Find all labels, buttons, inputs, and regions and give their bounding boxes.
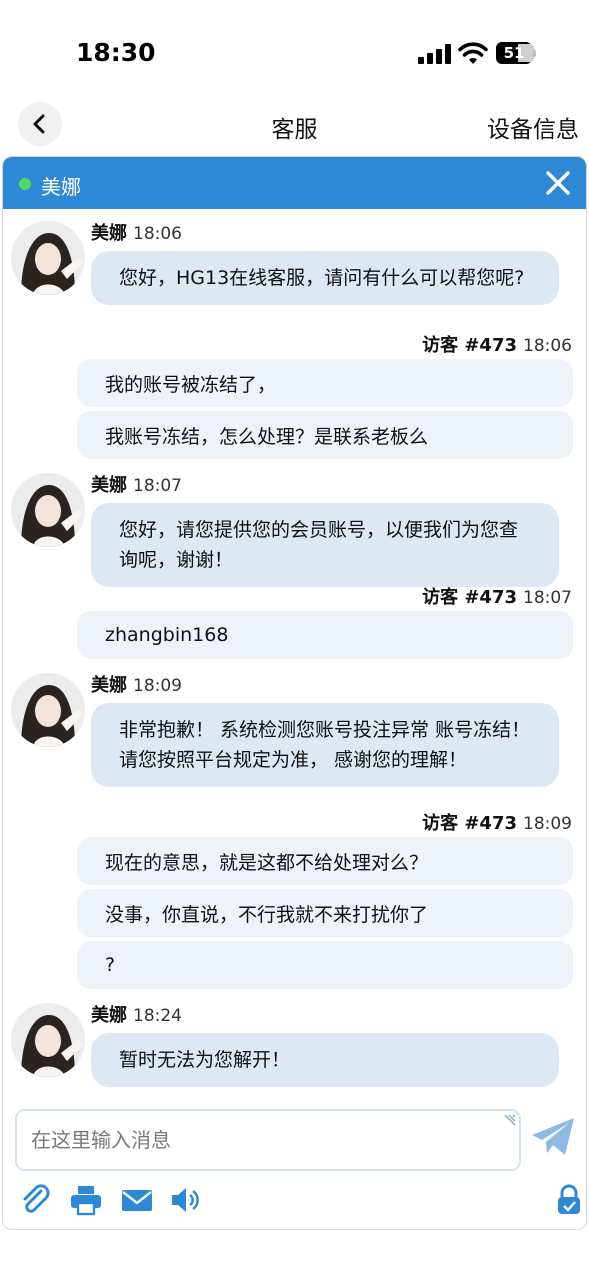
message-meta: 美娜 18:07: [91, 471, 182, 497]
message-time: 18:06: [523, 336, 572, 356]
battery-icon: 51: [496, 42, 536, 64]
message-bubble: 您好，请您提供您的会员账号，以便我们为您查询呢，谢谢！: [91, 503, 559, 587]
message-bubble: zhangbin168: [77, 611, 573, 659]
device-info-button[interactable]: 设备信息: [487, 110, 579, 144]
agent-message: 美娜 18:07 您好，请您提供您的会员账号，以便我们为您查询呢，谢谢！: [3, 471, 586, 587]
agent-name: 美娜: [41, 175, 81, 199]
message-time: 18:07: [133, 476, 182, 496]
agent-message: 美娜 18:09 非常抱歉！ 系统检测您账号投注异常 账号冻结！ 请您按照平台规定…: [3, 671, 586, 811]
message-meta: 访客 #473 18:07: [422, 583, 572, 609]
message-bubble: 我账号冻结，怎么处理？是联系老板么: [77, 411, 573, 459]
paperclip-icon[interactable]: [19, 1183, 53, 1217]
sender-name: 美娜: [91, 223, 127, 244]
chevron-left-icon: [33, 114, 45, 134]
message-bubble: 暂时无法为您解开！: [91, 1033, 559, 1087]
message-time: 18:24: [133, 1006, 182, 1026]
agent-avatar: [11, 1003, 85, 1077]
message-list[interactable]: 美娜 18:06 您好，HG13在线客服，请问有什么可以帮您呢? 访客 #473 1…: [3, 209, 586, 1099]
message-meta: 美娜 18:09: [91, 671, 182, 697]
mail-icon[interactable]: [120, 1183, 154, 1217]
cellular-signal-icon: [418, 44, 452, 64]
back-button[interactable]: [18, 102, 62, 146]
status-time: 18:30: [76, 38, 156, 67]
sender-name: 访客 #473: [422, 587, 517, 608]
message-time: 18:09: [523, 814, 572, 834]
message-meta: 访客 #473 18:09: [422, 809, 572, 835]
sender-name: 访客 #473: [422, 335, 517, 356]
nav-bar: 客服 设备信息: [0, 100, 589, 150]
wifi-icon: [458, 42, 488, 64]
sender-name: 美娜: [91, 675, 127, 696]
status-bar: 18:30 51: [0, 0, 589, 100]
message-composer: [15, 1109, 521, 1171]
message-time: 18:06: [133, 224, 182, 244]
message-bubble: 现在的意思，就是这都不给处理对么？: [77, 837, 573, 885]
agent-avatar: [11, 673, 85, 747]
agent-avatar: [11, 473, 85, 547]
battery-level: 51: [503, 44, 525, 62]
message-input[interactable]: [17, 1111, 519, 1169]
message-time: 18:09: [133, 676, 182, 696]
sender-name: 访客 #473: [422, 813, 517, 834]
sender-name: 美娜: [91, 1005, 127, 1026]
lock-icon[interactable]: [552, 1183, 586, 1217]
online-status-icon: [19, 178, 31, 190]
agent-message: 美娜 18:06 您好，HG13在线客服，请问有什么可以帮您呢?: [3, 219, 586, 329]
agent-avatar: [11, 221, 85, 295]
paper-plane-icon[interactable]: [529, 1115, 577, 1159]
message-meta: 访客 #473 18:06: [422, 331, 572, 357]
chat-widget: 美娜 美娜 18:06 您好，HG13在线客服，请问有什么可以帮您呢? 访客 #…: [2, 156, 587, 1230]
close-icon[interactable]: [544, 169, 572, 197]
printer-icon[interactable]: [69, 1183, 103, 1217]
agent-message: 美娜 18:24 暂时无法为您解开！: [3, 1001, 586, 1097]
message-bubble: 非常抱歉！ 系统检测您账号投注异常 账号冻结！ 请您按照平台规定为准， 感谢您的…: [91, 703, 559, 787]
message-meta: 美娜 18:06: [91, 219, 182, 245]
message-bubble: 您好，HG13在线客服，请问有什么可以帮您呢?: [91, 251, 559, 305]
message-meta: 美娜 18:24: [91, 1001, 182, 1027]
resize-handle-icon[interactable]: [503, 1113, 517, 1127]
chat-header: 美娜: [3, 157, 586, 209]
speaker-icon[interactable]: [169, 1183, 203, 1217]
message-bubble: ?: [77, 941, 573, 989]
message-bubble: 没事，你直说，不行我就不来打扰你了: [77, 889, 573, 937]
message-bubble: 我的账号被冻结了，: [77, 359, 573, 407]
sender-name: 美娜: [91, 475, 127, 496]
message-time: 18:07: [523, 588, 572, 608]
